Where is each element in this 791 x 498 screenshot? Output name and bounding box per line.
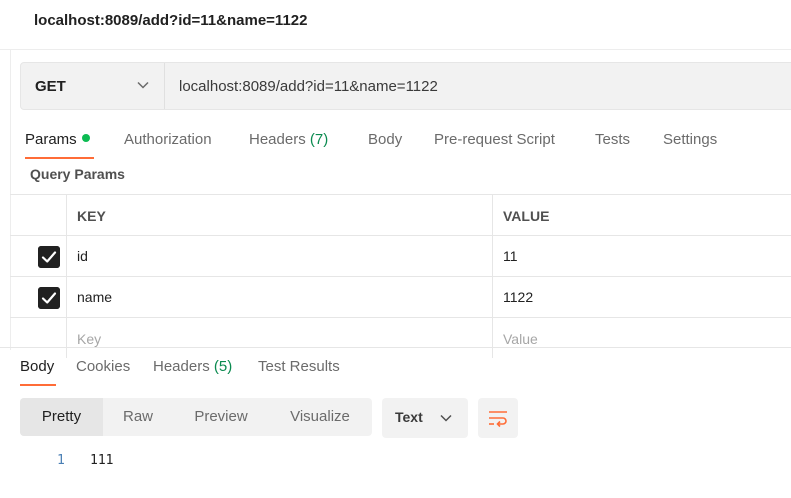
param-value-cell[interactable]: 1122 [493,277,791,317]
table-row-new: Key Value [10,318,791,359]
tab-params-label: Params [25,131,77,148]
wrap-lines-icon [489,411,507,428]
response-body-tab-indicator [20,384,56,386]
tab-params[interactable]: Params [25,131,90,148]
request-title-bar: localhost:8089/add?id=11&name=1122 [0,0,791,50]
url-bar: GET localhost:8089/add?id=11&name=1122 [20,62,791,110]
tab-tests[interactable]: Tests [595,131,630,148]
param-key-cell[interactable]: name [67,277,493,317]
request-title[interactable]: localhost:8089/add?id=11&name=1122 [34,12,307,29]
chevron-down-icon [137,81,149,89]
new-key-input[interactable]: Key [67,318,493,358]
method-label: GET [35,78,66,95]
tab-body[interactable]: Body [368,131,402,148]
param-value-cell[interactable]: 11 [493,236,791,276]
view-preview-button[interactable]: Preview [177,398,265,436]
new-value-input[interactable]: Value [493,318,791,358]
key-column-header: KEY [67,195,493,235]
value-column-header: VALUE [493,195,791,235]
param-value: 11 [503,248,518,264]
tab-headers-label: Headers [249,131,306,148]
checkbox-column-header [10,195,67,235]
value-placeholder: Value [503,331,538,347]
view-visualize-button[interactable]: Visualize [275,398,365,436]
key-header-label: KEY [77,208,106,224]
response-headers-count: (5) [213,358,233,375]
response-body-text[interactable]: 111 [90,453,113,468]
table-row: name 1122 [10,277,791,318]
query-params-table: KEY VALUE id 11 name 1122 Key Value [10,194,791,358]
row-checkbox-cell [10,236,67,276]
table-row: id 11 [10,236,791,277]
format-label: Text [395,409,423,425]
tab-authorization[interactable]: Authorization [124,131,212,148]
param-value: 1122 [503,289,534,305]
tab-response-body[interactable]: Body [20,358,54,375]
view-mode-selector: Pretty Raw Preview Visualize [20,398,372,436]
tab-settings[interactable]: Settings [663,131,717,148]
wrap-lines-button[interactable] [478,398,518,438]
headers-count: (7) [309,131,329,148]
format-select[interactable]: Text [382,398,468,438]
checkbox-checked-icon[interactable] [38,287,60,309]
line-number: 1 [57,453,65,468]
tab-response-headers[interactable]: Headers (5) [153,358,232,375]
param-key: name [77,289,113,305]
row-checkbox-cell [10,277,67,317]
query-params-title: Query Params [30,166,125,182]
view-raw-button[interactable]: Raw [103,398,173,436]
tab-test-results[interactable]: Test Results [258,358,340,375]
tab-headers[interactable]: Headers (7) [249,131,328,148]
tab-pre-request-script[interactable]: Pre-request Script [434,131,555,148]
chevron-down-icon [440,414,452,422]
param-key-cell[interactable]: id [67,236,493,276]
tab-response-headers-label: Headers [153,358,210,375]
params-tab-indicator [25,157,94,159]
tab-cookies[interactable]: Cookies [76,358,130,375]
checkbox-checked-icon[interactable] [38,246,60,268]
view-pretty-button[interactable]: Pretty [20,398,103,436]
method-select[interactable]: GET [21,63,165,109]
url-input[interactable]: localhost:8089/add?id=11&name=1122 [179,78,438,95]
value-header-label: VALUE [503,208,550,224]
key-placeholder: Key [77,331,102,347]
params-active-dot [81,134,90,142]
row-checkbox-cell [10,318,67,358]
response-pane-divider[interactable] [0,347,791,348]
table-header-row: KEY VALUE [10,195,791,236]
param-key: id [77,248,88,264]
